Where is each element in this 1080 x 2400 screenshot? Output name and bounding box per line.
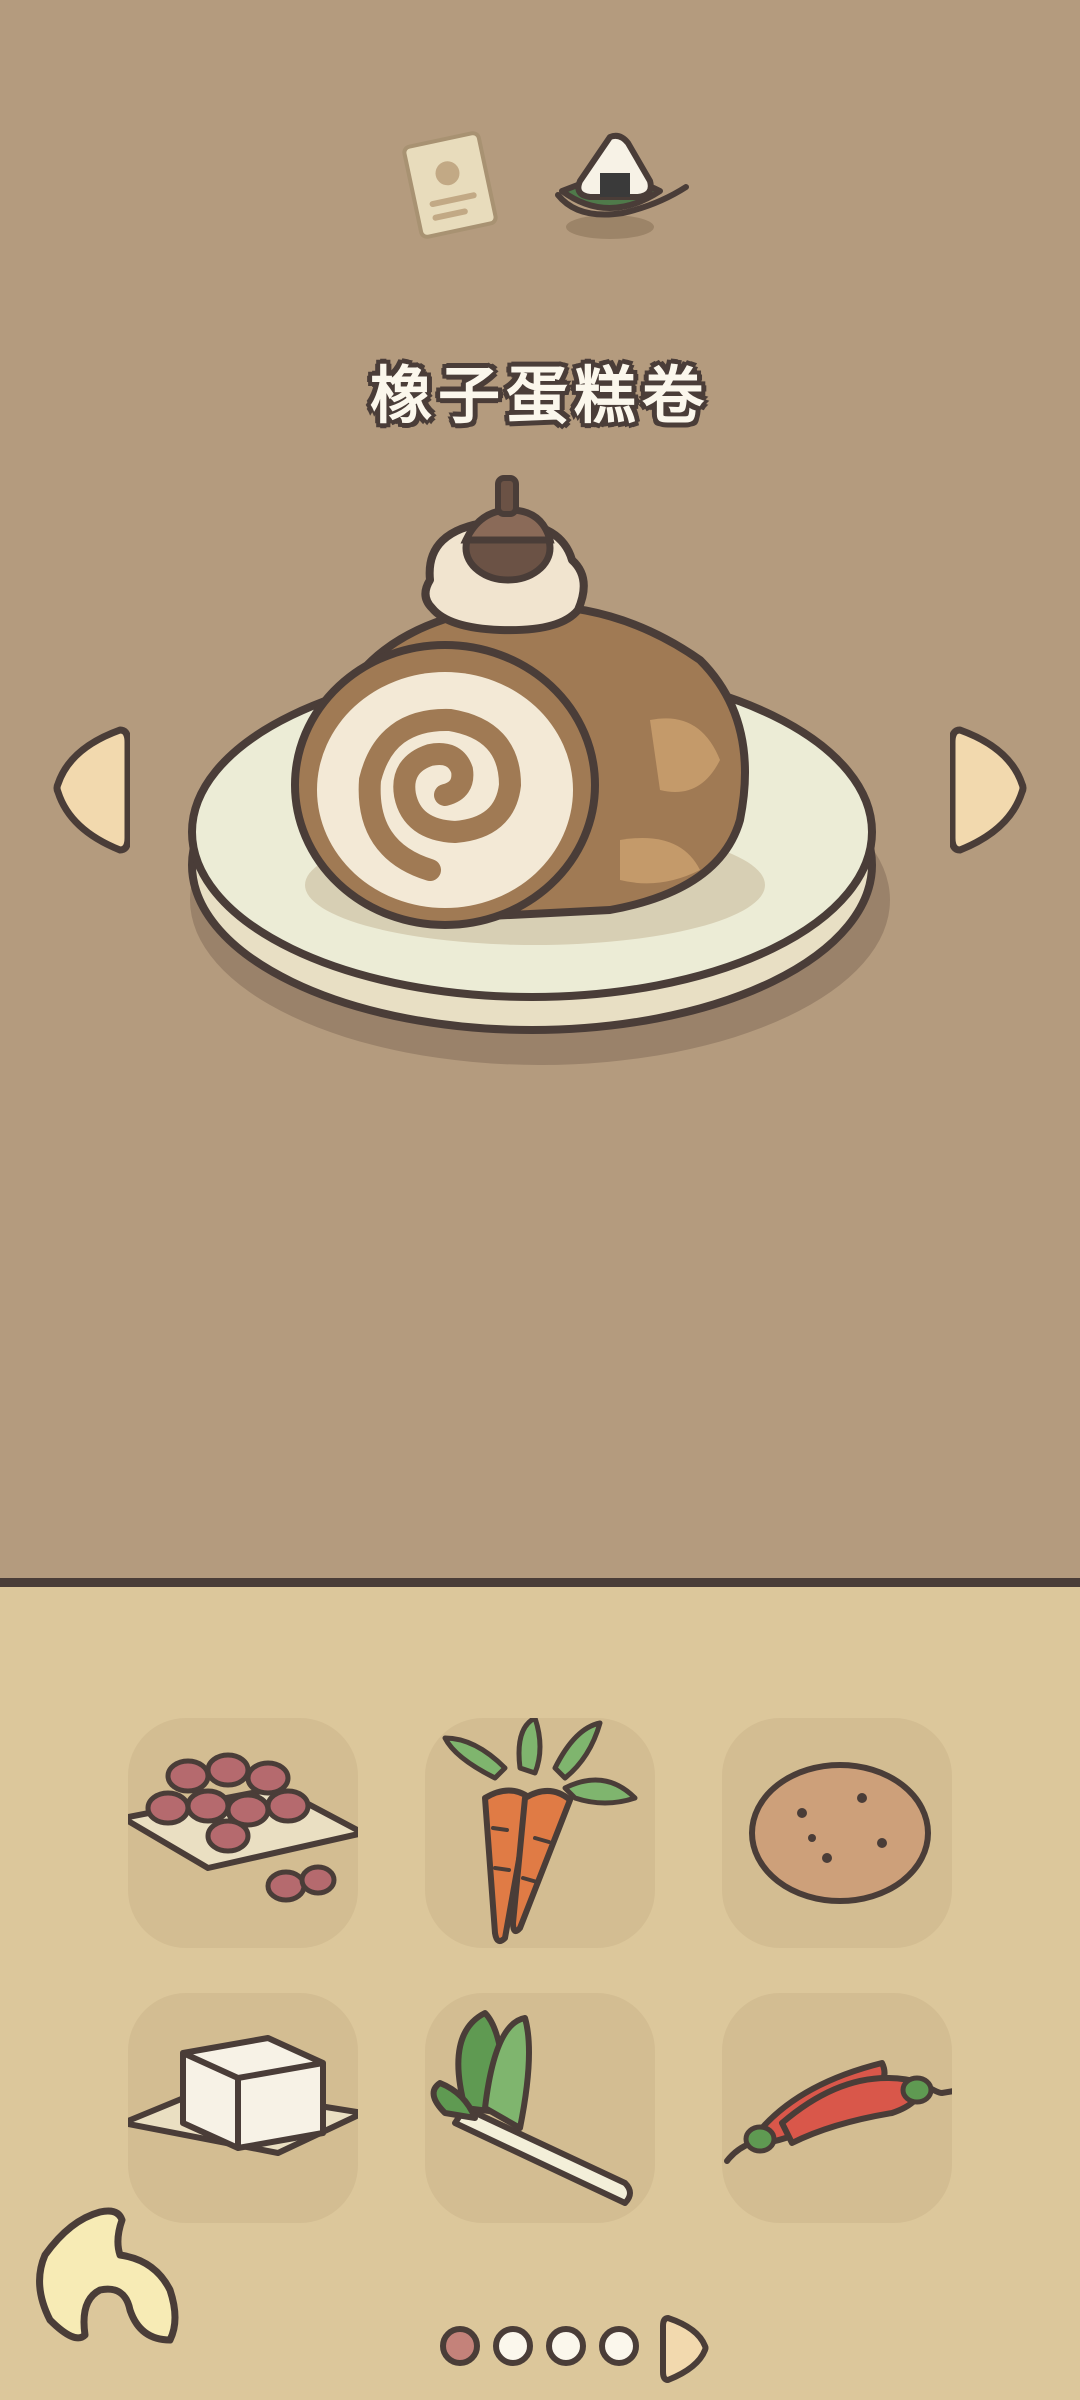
back-button[interactable] [30, 2200, 190, 2360]
dish-title: 橡子蛋糕卷 [369, 359, 710, 432]
ingredient-slot-green-onion[interactable] [425, 1993, 655, 2223]
recipe-card-icon [402, 131, 498, 239]
next-page-arrow[interactable] [660, 2312, 710, 2384]
arrow-right-small-icon [660, 2315, 709, 2383]
onigiri-icon [555, 132, 689, 239]
carrot-icon [442, 1718, 638, 1944]
page-dot-4[interactable] [599, 2326, 639, 2366]
back-arrow-icon [36, 2207, 179, 2344]
page-dot-2[interactable] [493, 2326, 533, 2366]
green-onion-icon [430, 2010, 633, 2206]
panel-divider [0, 1578, 1080, 1587]
tofu-icon [128, 2035, 358, 2156]
acorn-cake-roll-image [188, 475, 890, 1065]
ingredient-slot-chili-pepper[interactable] [722, 1993, 952, 2223]
next-dish-arrow[interactable] [948, 720, 1030, 860]
dish-illustration [180, 460, 900, 1110]
previous-dish-arrow[interactable] [50, 720, 132, 860]
onigiri-tab[interactable] [548, 125, 698, 245]
page-dot-1[interactable] [440, 2326, 480, 2366]
red-beans-icon [128, 1752, 358, 1903]
ingredient-slot-carrot[interactable] [425, 1718, 655, 1948]
chili-pepper-icon [724, 2060, 952, 2164]
arrow-left-icon [53, 726, 132, 854]
ingredient-slot-red-beans[interactable] [128, 1718, 358, 1948]
potato-icon [749, 1762, 931, 1904]
ingredient-slot-tofu[interactable] [128, 1993, 358, 2223]
page-dot-3[interactable] [546, 2326, 586, 2366]
arrow-right-icon [948, 726, 1027, 854]
ingredient-slot-potato[interactable] [722, 1718, 952, 1948]
recipe-card-tab[interactable] [390, 125, 510, 245]
